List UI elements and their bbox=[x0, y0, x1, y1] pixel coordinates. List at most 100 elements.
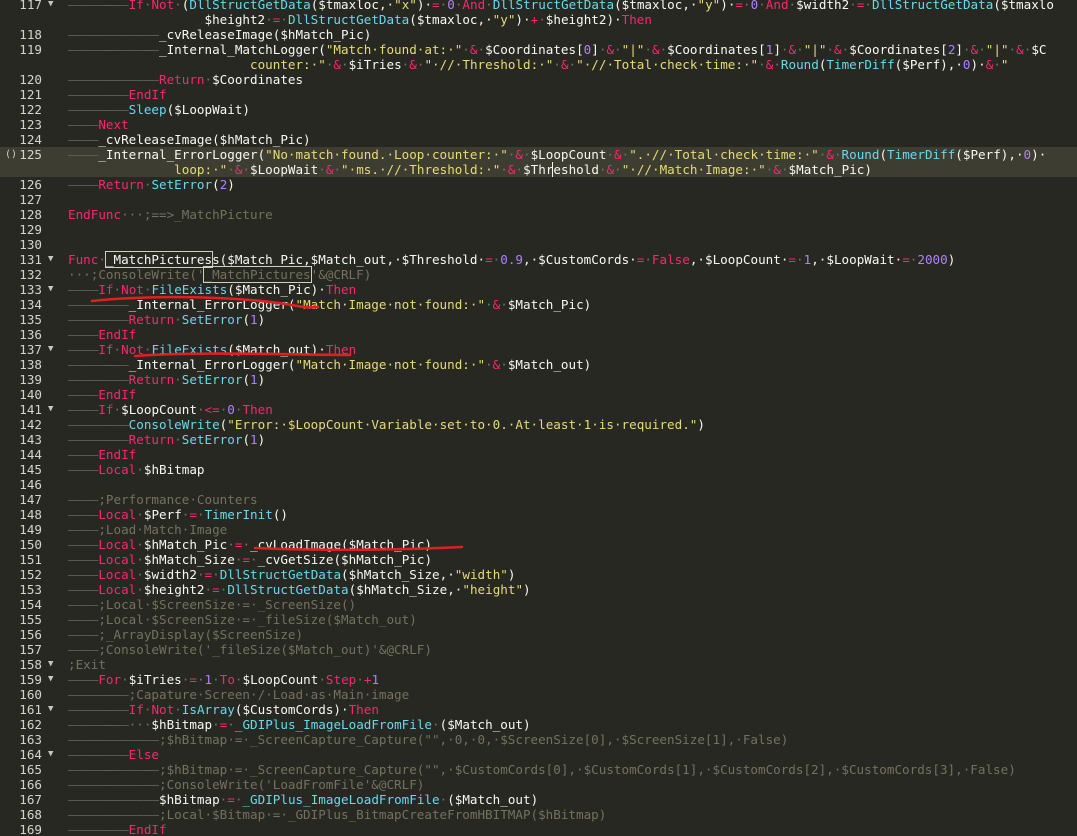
code-text[interactable]: ————————Return·SetError(1) bbox=[68, 312, 265, 327]
code-line[interactable]: 151 ————Local·$hMatch_Size·=·_cvGetSize($… bbox=[0, 552, 1077, 567]
fold-arrow-icon[interactable]: ▼ bbox=[48, 0, 62, 12]
code-text[interactable]: counter:·"·&·$iTries·&·"·//·Threshold:·"… bbox=[68, 57, 1008, 72]
code-line[interactable]: 136 ————EndIf bbox=[0, 327, 1077, 342]
code-line[interactable]: 121 ————————EndIf bbox=[0, 87, 1077, 102]
code-line[interactable]: 159 ▼ ————For·$iTries·=·1·To·$LoopCount·St… bbox=[0, 672, 1077, 687]
code-text[interactable]: ————————————_cvReleaseImage($hMatch_Pic) bbox=[68, 27, 371, 42]
code-text[interactable]: $height2·=·DllStructGetData($tmaxloc,·"y… bbox=[68, 12, 651, 27]
fold-arrow-icon[interactable]: ▼ bbox=[48, 702, 62, 717]
code-line[interactable]: 123 ————Next bbox=[0, 117, 1077, 132]
code-line[interactable]: 132 ···;ConsoleWrite('_MatchPictures'&@CR… bbox=[0, 266, 1077, 283]
fold-arrow-icon[interactable]: ▼ bbox=[48, 252, 62, 267]
code-text[interactable]: ————Local·$hMatch_Pic·=·_cvLoadImage($Ma… bbox=[68, 537, 432, 552]
code-text[interactable]: ————————Else bbox=[68, 747, 159, 762]
code-text[interactable]: ————;ConsoleWrite('_fileSize($Match_out)… bbox=[68, 642, 432, 657]
code-text[interactable]: ————;Performance·Counters bbox=[68, 492, 258, 507]
code-line[interactable]: 149 ————;Load·Match·Image bbox=[0, 522, 1077, 537]
code-line[interactable]: 122 ————————Sleep($LoopWait) bbox=[0, 102, 1077, 117]
code-text[interactable]: ————————Sleep($LoopWait) bbox=[68, 102, 250, 117]
code-text[interactable]: ————Local·$width2·=·DllStructGetData($hM… bbox=[68, 567, 515, 582]
code-text[interactable]: ————Local·$Perf·=·TimerInit() bbox=[68, 507, 288, 522]
code-line[interactable]: 128 EndFunc···;==>_MatchPicture bbox=[0, 207, 1077, 222]
code-editor[interactable]: 117 ▼ ————————If·Not·(DllStructGetData($tm… bbox=[0, 0, 1077, 836]
code-text[interactable]: EndFunc···;==>_MatchPicture bbox=[68, 207, 273, 222]
code-text[interactable]: ————————EndIf bbox=[68, 87, 167, 102]
code-text[interactable]: ————Local·$hBitmap bbox=[68, 462, 205, 477]
code-line[interactable]: 152 ————Local·$width2·=·DllStructGetData(… bbox=[0, 567, 1077, 582]
code-text[interactable]: ···;ConsoleWrite('_MatchPictures'&@CRLF) bbox=[68, 266, 371, 283]
fold-arrow-icon[interactable]: ▼ bbox=[48, 402, 62, 417]
code-text[interactable]: ————————EndIf bbox=[68, 822, 167, 836]
code-line[interactable]: counter:·"·&·$iTries·&·"·//·Threshold:·"… bbox=[0, 57, 1077, 72]
code-line[interactable]: 140 ————EndIf bbox=[0, 387, 1077, 402]
code-line[interactable]: 158 ▼ ;Exit bbox=[0, 657, 1077, 672]
code-line[interactable]: 166 ————————————;ConsoleWrite('LoadFromFi… bbox=[0, 777, 1077, 792]
code-text[interactable]: ————————————;$hBitmap·=·_ScreenCapture_C… bbox=[68, 762, 1016, 777]
code-text[interactable]: ————————————$hBitmap·=·_GDIPlus_ImageLoa… bbox=[68, 792, 538, 807]
code-text[interactable]: ————EndIf bbox=[68, 387, 136, 402]
code-line[interactable]: 133 ▼ ————If·Not·FileExists($Match_Pic)·Th… bbox=[0, 282, 1077, 297]
code-text[interactable]: ————Return·SetError(2) bbox=[68, 177, 235, 192]
code-text[interactable]: ————EndIf bbox=[68, 327, 136, 342]
code-text[interactable]: ————EndIf bbox=[68, 447, 136, 462]
code-line[interactable]: 139 ————————Return·SetError(1) bbox=[0, 372, 1077, 387]
code-text[interactable]: ————Local·$hMatch_Size·=·_cvGetSize($hMa… bbox=[68, 552, 432, 567]
code-line[interactable]: 155 ————;Local·$ScreenSize·=·_fileSize($M… bbox=[0, 612, 1077, 627]
code-text[interactable]: ————————————;Local·$Bitmap·=·_GDIPlus_Bi… bbox=[68, 807, 606, 822]
code-text[interactable]: ————_Internal_ErrorLogger("No·match·foun… bbox=[68, 147, 1046, 162]
code-line[interactable]: 141 ▼ ————If·$LoopCount·<=·0·Then bbox=[0, 402, 1077, 417]
code-line[interactable]: 161 ▼ ————————If·Not·IsArray($CustomCords)… bbox=[0, 702, 1077, 717]
code-text[interactable]: ————;_ArrayDisplay($ScreenSize) bbox=[68, 627, 303, 642]
code-text[interactable]: ————————————;ConsoleWrite('LoadFromFile'… bbox=[68, 777, 424, 792]
code-text[interactable]: ————————————;$hBitmap·=·_ScreenCapture_C… bbox=[68, 732, 788, 747]
code-line[interactable]: 119 ————————————_Internal_MatchLogger("Ma… bbox=[0, 42, 1077, 57]
code-line[interactable]: 162 ————————···$hBitmap·=·_GDIPlus_ImageL… bbox=[0, 717, 1077, 732]
fold-arrow-icon[interactable]: ▼ bbox=[48, 672, 62, 687]
code-line[interactable]: 144 ————EndIf bbox=[0, 447, 1077, 462]
fold-arrow-icon[interactable]: ▼ bbox=[48, 282, 62, 297]
code-line[interactable]: 157 ————;ConsoleWrite('_fileSize($Match_o… bbox=[0, 642, 1077, 657]
code-line[interactable]: 135 ————————Return·SetError(1) bbox=[0, 312, 1077, 327]
code-line[interactable]: 117 ▼ ————————If·Not·(DllStructGetData($tm… bbox=[0, 0, 1077, 12]
code-text[interactable]: ————;Load·Match·Image bbox=[68, 522, 227, 537]
code-text[interactable]: ————;Local·$ScreenSize·=·_ScreenSize() bbox=[68, 597, 356, 612]
code-line[interactable]: 147 ————;Performance·Counters bbox=[0, 492, 1077, 507]
code-line[interactable]: 124 ————_cvReleaseImage($hMatch_Pic) bbox=[0, 132, 1077, 147]
code-text[interactable]: ————————_Internal_ErrorLogger("Match·Ima… bbox=[68, 357, 591, 372]
code-text[interactable]: ————————————_Internal_MatchLogger("Match… bbox=[68, 42, 1046, 57]
code-line[interactable]: () 125 ————_Internal_ErrorLogger("No·match… bbox=[0, 147, 1077, 162]
code-text[interactable]: ————For·$iTries·=·1·To·$LoopCount·Step·+… bbox=[68, 672, 379, 687]
code-line[interactable]: 126 ————Return·SetError(2) bbox=[0, 177, 1077, 192]
code-text[interactable]: ————————···$hBitmap·=·_GDIPlus_ImageLoad… bbox=[68, 717, 531, 732]
code-text[interactable]: ;Exit bbox=[68, 657, 106, 672]
code-line[interactable]: 146 bbox=[0, 477, 1077, 492]
code-text[interactable]: ————————Return·SetError(1) bbox=[68, 372, 265, 387]
code-line[interactable]: 150 ————Local·$hMatch_Pic·=·_cvLoadImage(… bbox=[0, 537, 1077, 552]
code-line[interactable]: 142 ————————ConsoleWrite("Error:·$LoopCou… bbox=[0, 417, 1077, 432]
code-line[interactable]: 169 ————————EndIf bbox=[0, 822, 1077, 836]
fold-arrow-icon[interactable]: ▼ bbox=[48, 747, 62, 762]
code-line[interactable]: 160 ————————;Capature·Screen·/·Load·as·Ma… bbox=[0, 687, 1077, 702]
code-line[interactable]: 130 bbox=[0, 237, 1077, 252]
code-text[interactable]: loop:·"·&·$LoopWait·&·"·ms.·//·Threshold… bbox=[68, 162, 872, 177]
fold-arrow-icon[interactable]: ▼ bbox=[48, 657, 62, 672]
code-line[interactable]: 168 ————————————;Local·$Bitmap·=·_GDIPlus… bbox=[0, 807, 1077, 822]
code-line[interactable]: 138 ————————_Internal_ErrorLogger("Match·… bbox=[0, 357, 1077, 372]
code-text[interactable]: ————————;Capature·Screen·/·Load·as·Main·… bbox=[68, 687, 409, 702]
code-line[interactable]: 120 ————————————Return·$Coordinates bbox=[0, 72, 1077, 87]
code-line[interactable]: 118 ————————————_cvReleaseImage($hMatch_P… bbox=[0, 27, 1077, 42]
code-line[interactable]: loop:·"·&·$LoopWait·&·"·ms.·//·Threshold… bbox=[0, 162, 1077, 177]
code-line[interactable]: 129 bbox=[0, 222, 1077, 237]
fold-arrow-icon[interactable]: ▼ bbox=[48, 342, 62, 357]
code-text[interactable]: Func·_MatchPicturess($Match_Pic,$Match_o… bbox=[68, 251, 955, 268]
code-text[interactable]: ————If·Not·FileExists($Match_out)·Then bbox=[68, 342, 356, 357]
code-line[interactable]: 154 ————;Local·$ScreenSize·=·_ScreenSize(… bbox=[0, 597, 1077, 612]
code-text[interactable]: ————Next bbox=[68, 117, 129, 132]
code-line[interactable]: 165 ————————————;$hBitmap·=·_ScreenCaptur… bbox=[0, 762, 1077, 777]
code-line[interactable]: 148 ————Local·$Perf·=·TimerInit() bbox=[0, 507, 1077, 522]
code-line[interactable]: 145 ————Local·$hBitmap bbox=[0, 462, 1077, 477]
code-line[interactable]: 167 ————————————$hBitmap·=·_GDIPlus_Image… bbox=[0, 792, 1077, 807]
code-line[interactable]: 156 ————;_ArrayDisplay($ScreenSize) bbox=[0, 627, 1077, 642]
code-text[interactable]: ————Local·$height2·=·DllStructGetData($h… bbox=[68, 582, 531, 597]
code-line[interactable]: 143 ————————Return·SetError(1) bbox=[0, 432, 1077, 447]
